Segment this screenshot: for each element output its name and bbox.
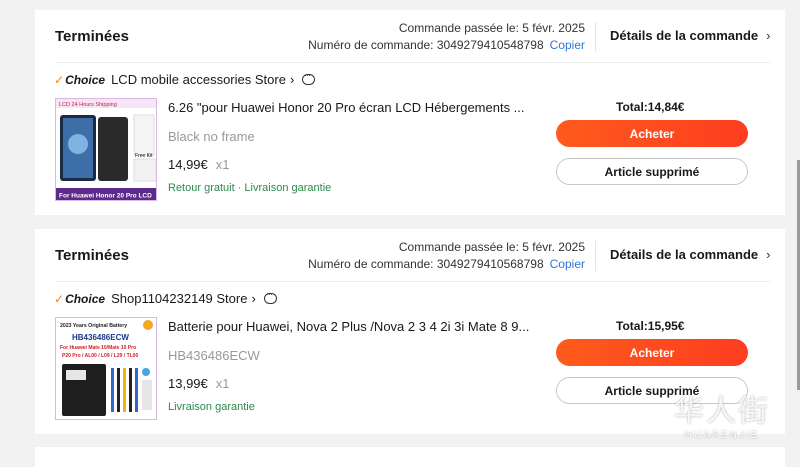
thumb-line1: 2023 Years Original Battery [60,323,127,329]
buy-again-button[interactable]: Acheter [556,339,748,366]
order-details-link[interactable]: Détails de la commande › [610,247,770,262]
chevron-right-icon: › [766,28,771,43]
choice-badge: ✓ Choice [54,292,105,306]
order-card: Terminées Commande passée le: 5 févr. 20… [35,10,785,215]
store-row[interactable]: ✓ Choice Shop1104232149 Store › [54,289,277,306]
divider [55,62,770,63]
order-details-label: Détails de la commande [610,247,759,262]
thumb-line4: P20 Pro / AL00 / L09 / L29 / TL00 [62,353,138,359]
product-title[interactable]: 6.26 "pour Huawei Honor 20 Pro écran LCD… [168,100,525,115]
product-variant: HB436486ECW [168,348,260,363]
order-status: Terminées [55,247,129,264]
product-variant: Black no frame [168,129,255,144]
order-date: Commande passée le: 5 févr. 2025 [398,21,585,35]
copy-button[interactable]: Copier [550,257,585,271]
price-value: 13,99€ [168,376,208,391]
choice-badge: ✓ Choice [54,73,105,87]
thumb-line3: For Huawei Mate 10/Mate 10 Pro [60,345,136,351]
chevron-right-icon: › [766,247,771,262]
chevron-right-icon: › [251,291,256,306]
quantity: x1 [215,376,230,391]
order-card: Terminées Commande passée le: 5 févr. 20… [35,229,785,434]
price-value: 14,99€ [168,157,208,172]
order-total: Total:14,84€ [616,100,685,114]
order-details-link[interactable]: Détails de la commande › [610,28,770,43]
watermark-subtext: HUARENJIE [684,430,760,441]
order-date: Commande passée le: 5 févr. 2025 [398,240,585,254]
order-number: Numéro de commande: 3049279410548798 [308,38,544,52]
quantity: x1 [215,157,230,172]
divider [55,281,770,282]
thumb-model: HB436486ECW [72,333,129,342]
product-title[interactable]: Batterie pour Huawei, Nova 2 Plus /Nova … [168,319,529,334]
order-card-partial [35,447,785,467]
order-number: Numéro de commande: 3049279410568798 [308,257,544,271]
battery-product-image: 2023 Years Original Battery HB436486ECW … [56,318,156,419]
product-image[interactable]: 2023 Years Original Battery HB436486ECW … [55,317,157,420]
chevron-right-icon: › [289,72,295,87]
copy-button[interactable]: Copier [550,38,585,52]
item-deleted-button[interactable]: Article supprimé [556,158,748,185]
choice-label: Choice [65,72,106,87]
thumb-caption: For Huawei Honor 20 Pro LCD [59,193,152,200]
shipping-info: Retour gratuit · Livraison garantie [168,182,332,194]
product-price: 13,99€ x1 [168,376,230,391]
order-total: Total:15,95€ [616,319,685,333]
thumb-banner: LCD 24 Hours Shipping [59,102,117,108]
buy-again-button[interactable]: Acheter [556,120,748,147]
product-image[interactable]: LCD 24 Hours Shipping Free Kit For Huawe… [55,98,157,201]
store-name[interactable]: Shop1104232149 Store [111,291,247,306]
check-icon: ✓ [54,72,65,87]
store-row[interactable]: ✓ Choice LCD mobile accessories Store › [54,70,316,87]
choice-label: Choice [65,291,106,306]
product-price: 14,99€ x1 [168,157,230,172]
order-meta: Commande passée le: 5 févr. 2025 Numéro … [308,239,585,273]
order-details-label: Détails de la commande [610,28,759,43]
check-icon: ✓ [54,291,65,306]
order-status: Terminées [55,28,129,45]
lcd-product-image: LCD 24 Hours Shipping Free Kit For Huawe… [56,99,156,200]
watermark-logo: 华人街 HUARENJIE [674,386,770,441]
divider [595,241,596,271]
chat-icon[interactable] [302,70,316,85]
order-meta: Commande passée le: 5 févr. 2025 Numéro … [308,20,585,54]
store-name[interactable]: LCD mobile accessories Store [111,72,286,87]
watermark-text: 华人街 [674,394,770,429]
shipping-info: Livraison garantie [168,401,255,413]
thumb-badge: Free Kit [135,153,153,159]
divider [595,22,596,52]
chat-icon[interactable] [263,289,277,304]
